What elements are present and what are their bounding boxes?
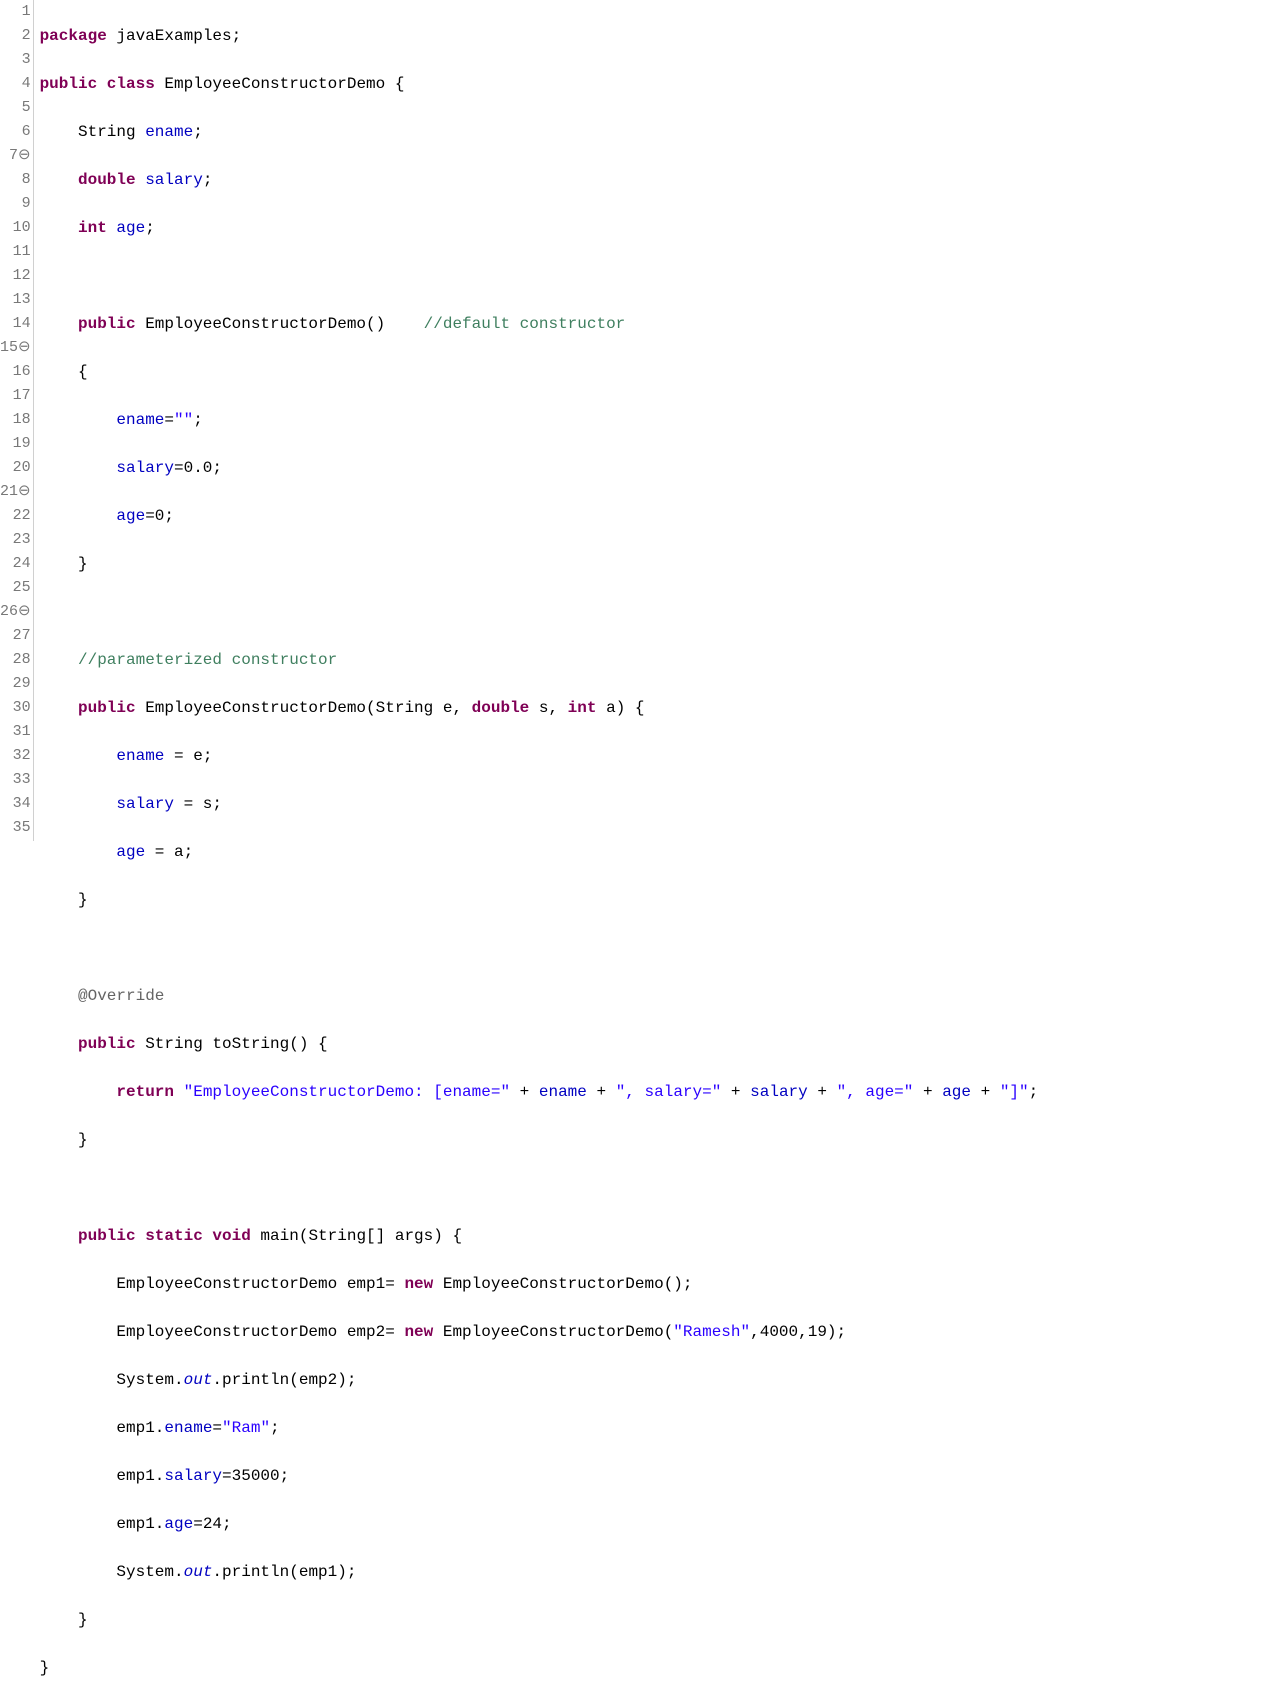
- code-line: }: [40, 1656, 1263, 1680]
- line-number: 19: [0, 432, 31, 456]
- code-line: public EmployeeConstructorDemo() //defau…: [40, 312, 1263, 336]
- code-line: public String toString() {: [40, 1032, 1263, 1056]
- line-number: 33: [0, 768, 31, 792]
- line-number: 9: [0, 192, 31, 216]
- code-line: emp1.age=24;: [40, 1512, 1263, 1536]
- line-number: 18: [0, 408, 31, 432]
- code-line: [40, 936, 1263, 960]
- line-number: 34: [0, 792, 31, 816]
- code-line: public static void main(String[] args) {: [40, 1224, 1263, 1248]
- line-number: 16: [0, 360, 31, 384]
- line-number: 30: [0, 696, 31, 720]
- line-number: 11: [0, 240, 31, 264]
- line-number: 5: [0, 96, 31, 120]
- code-line: double salary;: [40, 168, 1263, 192]
- code-line: @Override: [40, 984, 1263, 1008]
- line-number: 28: [0, 648, 31, 672]
- line-number: 31: [0, 720, 31, 744]
- line-number: 6: [0, 120, 31, 144]
- line-number: 35: [0, 816, 31, 840]
- line-number: 25: [0, 576, 31, 600]
- line-number: 13: [0, 288, 31, 312]
- line-number: 21⊖: [0, 480, 31, 504]
- code-line: {: [40, 360, 1263, 384]
- code-line: System.out.println(emp1);: [40, 1560, 1263, 1584]
- code-line: String ename;: [40, 120, 1263, 144]
- code-line: emp1.salary=35000;: [40, 1464, 1263, 1488]
- line-number: 20: [0, 456, 31, 480]
- line-number: 29: [0, 672, 31, 696]
- line-number: 15⊖: [0, 336, 31, 360]
- code-line: ename="";: [40, 408, 1263, 432]
- code-line: //parameterized constructor: [40, 648, 1263, 672]
- code-line: salary = s;: [40, 792, 1263, 816]
- code-line: EmployeeConstructorDemo emp1= new Employ…: [40, 1272, 1263, 1296]
- code-line: int age;: [40, 216, 1263, 240]
- line-number: 7⊖: [0, 144, 31, 168]
- line-number: 24: [0, 552, 31, 576]
- line-number: 10: [0, 216, 31, 240]
- code-line: public class EmployeeConstructorDemo {: [40, 72, 1263, 96]
- line-number: 17: [0, 384, 31, 408]
- code-line: ename = e;: [40, 744, 1263, 768]
- line-number: 27: [0, 624, 31, 648]
- line-number: 32: [0, 744, 31, 768]
- line-number: 3: [0, 48, 31, 72]
- line-number: 2: [0, 24, 31, 48]
- code-line: System.out.println(emp2);: [40, 1368, 1263, 1392]
- line-number: 8: [0, 168, 31, 192]
- code-line: [40, 264, 1263, 288]
- code-line: [40, 600, 1263, 624]
- code-line: salary=0.0;: [40, 456, 1263, 480]
- code-line: EmployeeConstructorDemo emp2= new Employ…: [40, 1320, 1263, 1344]
- code-line: [40, 1176, 1263, 1200]
- code-line: public EmployeeConstructorDemo(String e,…: [40, 696, 1263, 720]
- code-line: }: [40, 888, 1263, 912]
- code-editor[interactable]: package javaExamples; public class Emplo…: [34, 0, 1263, 841]
- code-line: age = a;: [40, 840, 1263, 864]
- line-number: 12: [0, 264, 31, 288]
- line-number: 22: [0, 504, 31, 528]
- code-line: }: [40, 1608, 1263, 1632]
- line-number: 1: [0, 0, 31, 24]
- code-line: package javaExamples;: [40, 24, 1263, 48]
- code-line: }: [40, 552, 1263, 576]
- line-number: 26⊖: [0, 600, 31, 624]
- code-line: emp1.ename="Ram";: [40, 1416, 1263, 1440]
- line-number-gutter: 1234567⊖89101112131415⊖161718192021⊖2223…: [0, 0, 34, 841]
- code-line: }: [40, 1128, 1263, 1152]
- code-line: return "EmployeeConstructorDemo: [ename=…: [40, 1080, 1263, 1104]
- line-number: 4: [0, 72, 31, 96]
- code-line: age=0;: [40, 504, 1263, 528]
- line-number: 14: [0, 312, 31, 336]
- line-number: 23: [0, 528, 31, 552]
